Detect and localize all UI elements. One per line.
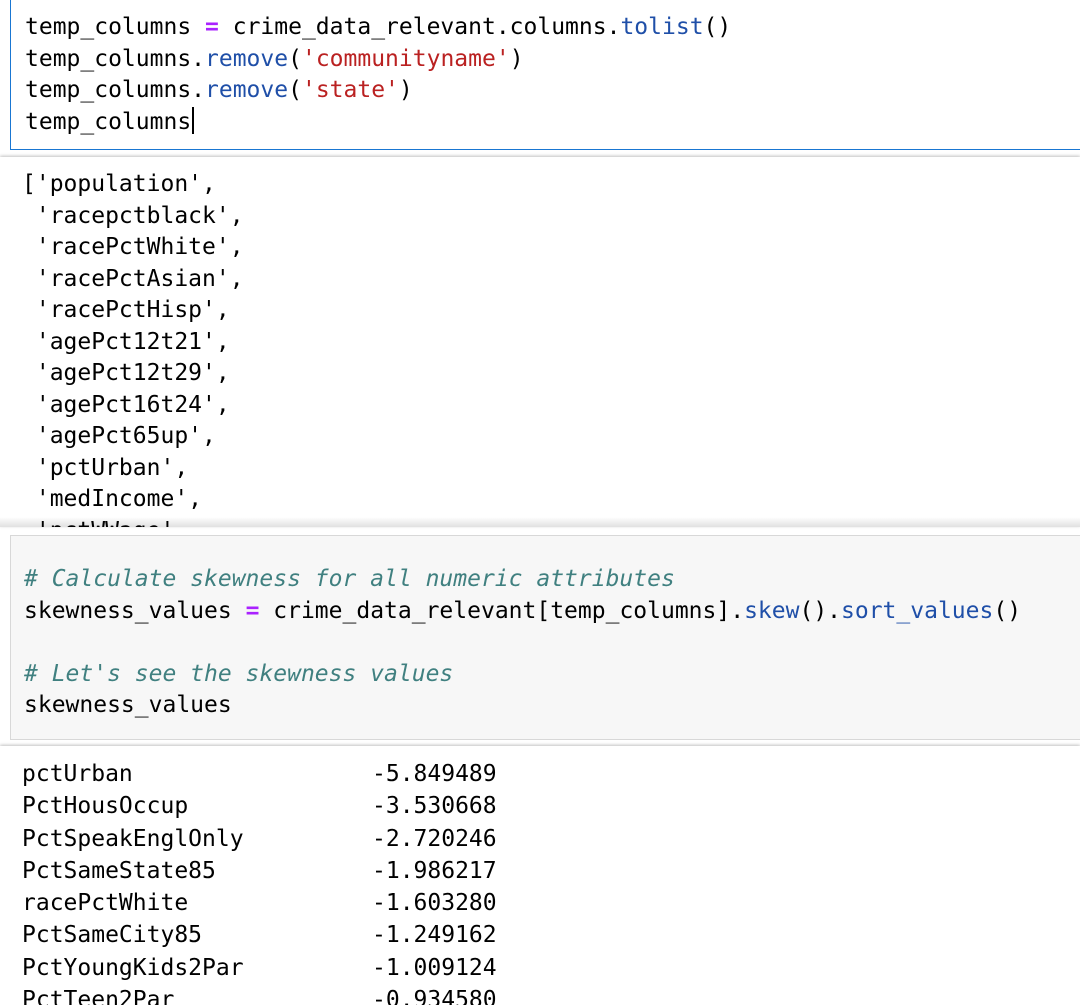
code-line: temp_columns.remove('communityname') [25, 44, 731, 76]
code-cell-editing[interactable]: temp_columns = crime_data_relevant.colum… [10, 0, 1080, 150]
code-token: () [993, 597, 1022, 624]
code-line: # Calculate skewness for all numeric att… [24, 564, 1021, 596]
list-item: 'racePctAsian', [22, 265, 244, 292]
code-line: temp_columns [25, 106, 731, 139]
code-token: () [703, 14, 732, 40]
code-token: skew [744, 597, 800, 624]
code-token: = [205, 14, 219, 40]
code-token: skewness_values [24, 692, 232, 718]
code-token: 'communityname' [301, 45, 510, 72]
code-line: # Let's see the skewness values [24, 659, 1021, 691]
code-token: temp_columns. [25, 77, 206, 103]
code-token: ( [288, 45, 302, 72]
skewness-series-output: pctUrban -5.849489 PctHousOccup -3.530668 Pc… [22, 758, 497, 1005]
code-token: remove [205, 45, 289, 72]
code-token: temp_columns [25, 14, 206, 40]
code-token: ) [398, 77, 413, 103]
series-row: PctYoungKids2Par -1.009124 [22, 952, 497, 984]
code-token: # Calculate skewness for all numeric att… [24, 566, 675, 592]
code-token: # Let's see the skewness values [24, 660, 454, 687]
code-token: = [245, 597, 260, 624]
code-line: skewness_values [24, 690, 1021, 722]
code-token: 'state' [301, 77, 399, 103]
code-token: remove [205, 77, 289, 103]
code-token: temp_columns. [25, 45, 206, 72]
code-token: tolist [620, 14, 704, 40]
code-token: ) [509, 45, 524, 72]
code-token: sort_values [841, 597, 994, 624]
list-item: 'agePct12t21', [22, 328, 230, 355]
code-cell-skewness[interactable]: # Calculate skewness for all numeric att… [10, 535, 1080, 740]
skewness-value: -1.249162 [372, 922, 497, 949]
skewness-value: -5.849489 [372, 761, 497, 787]
scroll-fade [0, 517, 1080, 527]
attribute-name: racePctWhite [22, 890, 189, 917]
code-token: skewness_values [24, 597, 246, 624]
columns-list-output: ['population', 'racepctblack', 'racePctW… [22, 169, 244, 527]
attribute-name: PctHousOccup [22, 793, 189, 820]
code-token: temp_columns [25, 108, 192, 135]
skewness-value: -3.530668 [372, 793, 497, 820]
text-cursor [192, 106, 195, 134]
code-token: crime_data_relevant.columns. [218, 14, 621, 40]
skewness-value: -1.009124 [372, 954, 497, 981]
output-area-skewness: pctUrban -5.849489 PctHousOccup -3.530668 Pc… [0, 746, 1080, 1005]
series-row: PctSpeakEnglOnly -2.720246 [22, 823, 497, 855]
code-line: temp_columns.remove('state') [25, 75, 731, 107]
skewness-value: -1.986217 [372, 857, 497, 884]
code-token: (). [799, 597, 842, 624]
code-line: temp_columns = crime_data_relevant.colum… [25, 12, 731, 44]
skewness-value: -0.934580 [372, 987, 497, 1005]
skewness-value: -2.720246 [372, 825, 497, 852]
series-row: pctUrban -5.849489 [22, 758, 497, 790]
list-item: 'agePct16t24', [22, 391, 230, 418]
code-editor[interactable]: # Calculate skewness for all numeric att… [24, 564, 1021, 722]
list-item: 'racepctblack', [22, 202, 244, 229]
list-item: 'racePctWhite', [22, 234, 244, 260]
code-editor[interactable]: temp_columns = crime_data_relevant.colum… [25, 12, 731, 138]
series-row: PctHousOccup -3.530668 [22, 790, 497, 822]
code-line: skewness_values = crime_data_relevant[te… [24, 596, 1021, 628]
series-row: racePctWhite -1.603280 [22, 887, 497, 919]
attribute-name: pctUrban [22, 761, 133, 787]
skewness-value: -1.603280 [372, 890, 497, 917]
attribute-name: PctYoungKids2Par [22, 954, 244, 981]
list-item: 'pctUrban', [22, 454, 189, 481]
attribute-name: PctSameCity85 [22, 922, 203, 949]
list-item: 'racePctHisp', [22, 297, 230, 323]
output-area-columns: ['population', 'racepctblack', 'racePctW… [0, 157, 1080, 527]
series-row: PctSameCity85 -1.249162 [22, 919, 497, 951]
code-token: ( [288, 77, 302, 103]
code-token: crime_data_relevant[temp_columns]. [259, 597, 745, 624]
list-item: 'agePct65up', [22, 423, 216, 449]
attribute-name: PctSpeakEnglOnly [22, 825, 244, 852]
list-item: 'medIncome', [22, 486, 203, 512]
series-row: PctTeen2Par -0.934580 [22, 984, 497, 1005]
attribute-name: PctTeen2Par [22, 987, 175, 1005]
list-item: ['population', [22, 171, 216, 197]
attribute-name: PctSameState85 [22, 857, 216, 884]
list-item: 'agePct12t29', [22, 360, 230, 386]
series-row: PctSameState85 -1.986217 [22, 855, 497, 887]
